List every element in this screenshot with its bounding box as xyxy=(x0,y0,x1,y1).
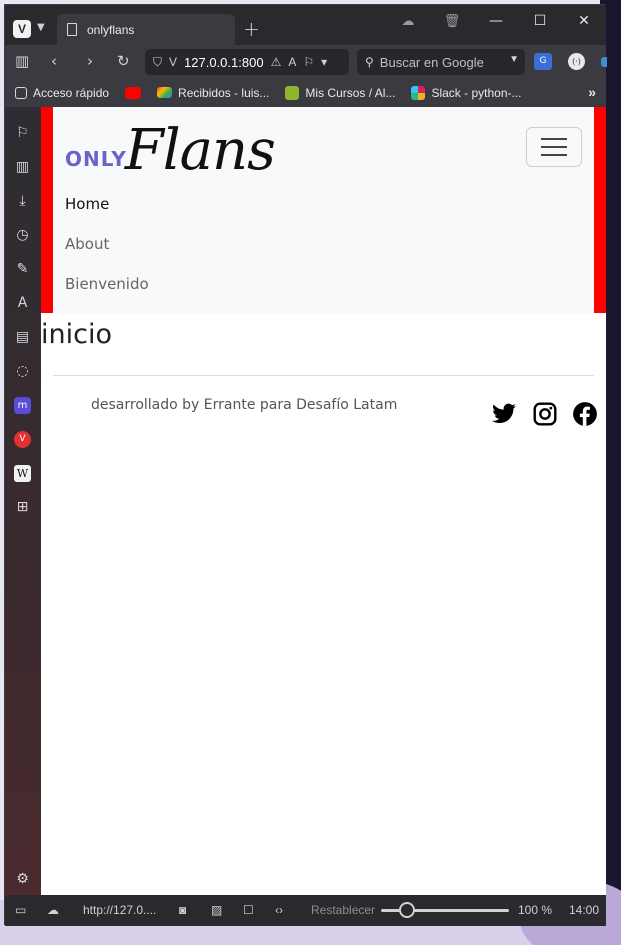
status-url: http://127.0.... xyxy=(83,903,157,917)
back-icon[interactable]: ‹ xyxy=(51,52,57,70)
navbar-toggler-button[interactable] xyxy=(526,127,582,167)
address-text[interactable]: 127.0.0.1:800 xyxy=(184,55,264,70)
image-icon[interactable]: ▨ xyxy=(211,903,222,917)
download-icon[interactable]: ⤓ xyxy=(14,193,31,210)
youtube-icon xyxy=(125,86,142,99)
reading-list-icon[interactable]: ▥ xyxy=(14,159,31,176)
bookmarks-bar: Acceso rápido Recibidos - luis... Mis Cu… xyxy=(5,78,606,107)
bookmark-courses[interactable]: Mis Cursos / Al... xyxy=(285,85,396,100)
extension-icon[interactable]: (·) xyxy=(568,53,585,70)
tiling-icon[interactable]: ☐ xyxy=(243,903,254,917)
hamburger-line xyxy=(541,146,567,148)
bookmark-label: Acceso rápido xyxy=(33,85,110,100)
page-icon xyxy=(67,23,77,36)
vivaldi-menu-icon[interactable]: V xyxy=(13,20,31,38)
bookmark-label: Mis Cursos / Al... xyxy=(305,85,396,100)
course-icon xyxy=(285,85,300,100)
site-navbar: ONLY Flans Home About Bienvenido xyxy=(41,107,606,313)
browser-window: V ▼ onlyflans + ☁ 🗑 — ☐ ✕ ▥ ‹ › ↻ ⛉ V 12… xyxy=(4,4,607,926)
twitter-icon[interactable] xyxy=(491,401,517,427)
bookmark-icon[interactable]: ⚐ xyxy=(303,55,314,69)
footer-divider xyxy=(53,375,594,376)
facebook-icon[interactable] xyxy=(572,401,598,427)
clock: 14:00 xyxy=(569,903,600,917)
mastodon-icon[interactable]: m xyxy=(14,397,31,414)
zoom-level: 100 % xyxy=(518,903,553,917)
address-toolbar: ▥ ‹ › ↻ ⛉ V 127.0.0.1:800 ⚠ A ⚐ ▾ ⚲ Busc… xyxy=(5,45,607,78)
settings-icon[interactable]: ⚙ xyxy=(14,871,31,888)
slack-icon xyxy=(411,85,426,100)
vivaldi-panel-icon[interactable]: V xyxy=(14,431,31,448)
footer-credits: desarrollado by Errante para Desafío Lat… xyxy=(91,397,398,413)
gmail-icon xyxy=(157,87,173,98)
page-viewport: ONLY Flans Home About Bienvenido inicio … xyxy=(41,107,606,895)
trash-icon[interactable]: 🗑 xyxy=(430,14,474,29)
camera-icon[interactable]: ◙ xyxy=(179,903,186,917)
cloud-icon[interactable]: ☁ xyxy=(386,14,430,29)
sync-cloud-icon[interactable]: ☁ xyxy=(47,903,59,917)
chat-icon[interactable]: ◌ xyxy=(14,363,31,380)
hamburger-line xyxy=(541,138,567,140)
address-bar[interactable]: ⛉ V 127.0.0.1:800 ⚠ A ⚐ ▾ xyxy=(145,49,349,75)
minimize-icon[interactable]: — xyxy=(474,13,518,29)
side-panel: ⚐ ▥ ⤓ ◷ ✎ A ▤ ◌ m V W ⊞ ⚙ xyxy=(5,107,41,895)
hamburger-line xyxy=(541,154,567,156)
translate-panel-icon[interactable]: A xyxy=(14,295,31,312)
status-bar: ▭ ☁ http://127.0.... ◙ ▨ ☐ ‹› Restablece… xyxy=(5,895,606,926)
bookmark-label: Recibidos - luis... xyxy=(178,85,270,100)
forward-icon[interactable]: › xyxy=(87,52,93,70)
calendar-icon[interactable]: ▤ xyxy=(14,329,31,346)
search-field[interactable]: ⚲ Buscar en Google ▼ xyxy=(357,49,525,75)
brand-flans-text: Flans xyxy=(124,118,276,183)
translate-icon[interactable]: A xyxy=(288,55,296,69)
site-logo[interactable]: ONLY Flans xyxy=(65,118,276,183)
search-placeholder: Buscar en Google xyxy=(379,54,484,70)
tab-onlyflans[interactable]: onlyflans xyxy=(57,14,235,45)
extension-icon[interactable] xyxy=(601,57,607,67)
page-title: inicio xyxy=(41,319,112,350)
nav-link-home[interactable]: Home xyxy=(65,195,109,213)
vivaldi-icon: V xyxy=(169,55,178,69)
close-icon[interactable]: ✕ xyxy=(562,13,606,29)
bookmark-gmail[interactable]: Recibidos - luis... xyxy=(157,86,269,100)
notes-icon[interactable]: ✎ xyxy=(14,261,31,278)
zoom-reset-button[interactable]: Restablecer xyxy=(311,903,375,917)
add-panel-icon[interactable]: ⊞ xyxy=(14,499,31,516)
reload-icon[interactable]: ↻ xyxy=(117,52,130,70)
panel-toggle-icon[interactable]: ▭ xyxy=(15,903,26,917)
search-icon: ⚲ xyxy=(365,55,374,69)
wikipedia-icon[interactable]: W xyxy=(14,465,31,482)
chevron-down-icon[interactable]: ▼ xyxy=(509,54,519,65)
bookmark-slack[interactable]: Slack - python-... xyxy=(411,85,522,100)
window-controls: ☁ 🗑 — ☐ ✕ xyxy=(386,13,606,29)
shield-icon[interactable]: ⛉ xyxy=(153,55,162,70)
zoom-slider-handle[interactable] xyxy=(399,902,415,918)
more-bookmarks-icon[interactable]: » xyxy=(588,84,596,100)
google-translate-icon[interactable]: G xyxy=(534,53,552,70)
tab-bar: V ▼ onlyflans + ☁ 🗑 — ☐ ✕ xyxy=(5,5,606,45)
warning-icon[interactable]: ⚠ xyxy=(271,55,282,69)
chevron-down-icon[interactable]: ▼ xyxy=(37,22,45,33)
code-icon[interactable]: ‹› xyxy=(275,903,283,917)
speed-dial-icon xyxy=(15,86,27,99)
nav-link-bienvenido[interactable]: Bienvenido xyxy=(65,275,149,293)
bookmark-label: Slack - python-... xyxy=(431,85,522,100)
chevron-down-icon[interactable]: ▾ xyxy=(321,55,327,69)
brand-only-text: ONLY xyxy=(65,147,127,171)
panel-toggle-icon[interactable]: ▥ xyxy=(15,52,29,70)
nav-link-about[interactable]: About xyxy=(65,235,109,253)
bookmark-panel-icon[interactable]: ⚐ xyxy=(14,125,31,142)
new-tab-icon[interactable]: + xyxy=(243,17,260,41)
bookmark-youtube[interactable] xyxy=(125,86,142,99)
instagram-icon[interactable] xyxy=(532,401,558,427)
maximize-icon[interactable]: ☐ xyxy=(518,13,562,29)
history-icon[interactable]: ◷ xyxy=(14,227,31,244)
tab-title: onlyflans xyxy=(87,22,135,37)
bookmark-speed-dial[interactable]: Acceso rápido xyxy=(15,86,109,100)
